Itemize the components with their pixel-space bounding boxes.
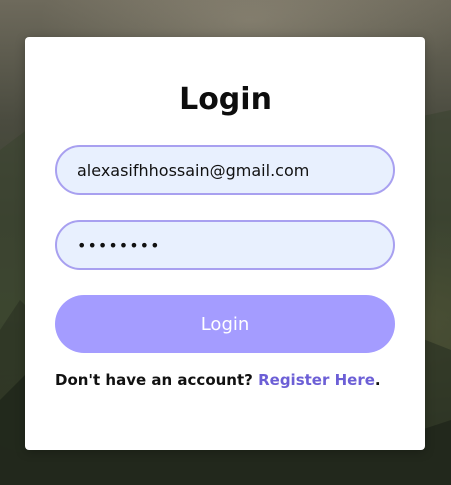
login-title: Login [179,82,272,117]
register-prompt: Don't have an account? Register Here. [55,371,381,389]
login-button[interactable]: Login [55,295,395,353]
email-field[interactable] [55,145,395,195]
register-prompt-text: Don't have an account? [55,371,253,389]
register-prompt-period: . [374,371,381,389]
register-link[interactable]: Register Here [258,371,375,389]
password-field[interactable] [55,220,395,270]
